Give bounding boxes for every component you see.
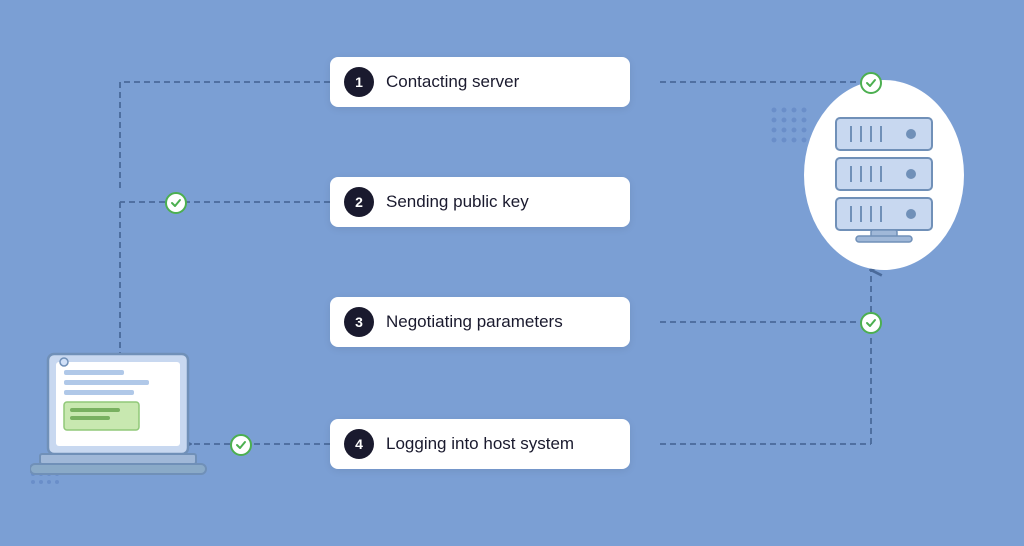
check-circle-cc2 xyxy=(165,192,187,214)
step-label-3: Negotiating parameters xyxy=(386,312,563,332)
diagram-container: 1 Contacting server 2 Sending public key 3 Ne… xyxy=(0,0,1024,546)
step-box-4: 4 Logging into host system xyxy=(330,419,630,469)
step-number-2: 2 xyxy=(344,187,374,217)
server-illustration xyxy=(804,80,964,270)
step-label-1: Contacting server xyxy=(386,72,519,92)
check-circle-cc3 xyxy=(860,312,882,334)
check-circle-cc4 xyxy=(230,434,252,456)
step-box-1: 1 Contacting server xyxy=(330,57,630,107)
step-number-4: 4 xyxy=(344,429,374,459)
step-box-2: 2 Sending public key xyxy=(330,177,630,227)
laptop-icon-svg xyxy=(30,346,215,506)
step-label-4: Logging into host system xyxy=(386,434,574,454)
check-circle-cc1 xyxy=(860,72,882,94)
step-number-3: 3 xyxy=(344,307,374,337)
step-box-3: 3 Negotiating parameters xyxy=(330,297,630,347)
step-label-2: Sending public key xyxy=(386,192,529,212)
step-number-1: 1 xyxy=(344,67,374,97)
laptop-illustration xyxy=(30,346,215,506)
server-icon-svg xyxy=(826,108,942,248)
